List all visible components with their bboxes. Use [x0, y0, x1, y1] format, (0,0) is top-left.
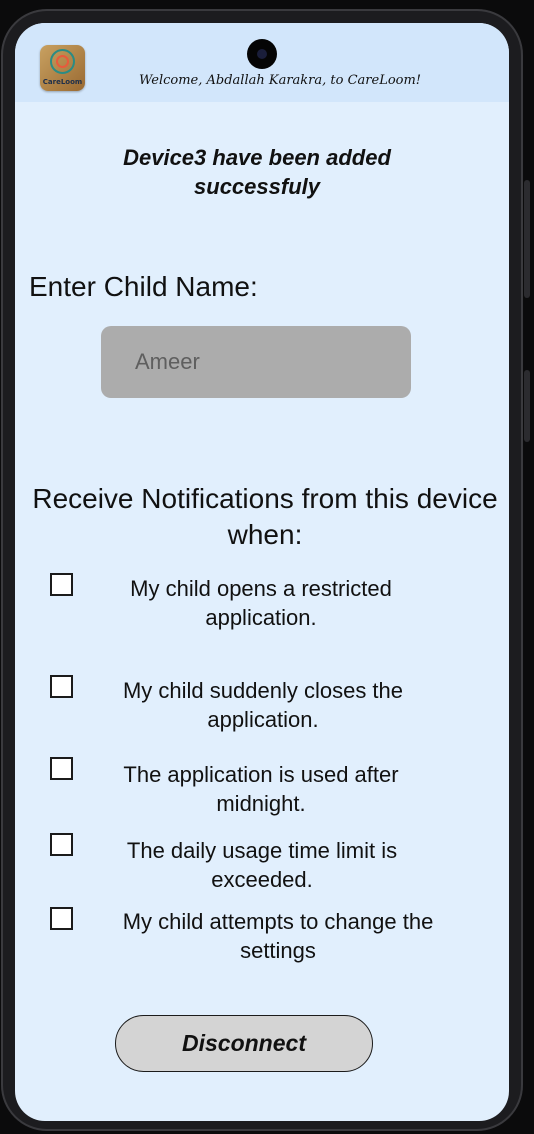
child-name-label: Enter Child Name: — [29, 271, 258, 302]
checkbox-icon[interactable] — [50, 675, 73, 698]
checkbox-icon[interactable] — [50, 833, 73, 856]
checkbox-icon[interactable] — [50, 757, 73, 780]
option-label: My child attempts to change the settings — [122, 909, 434, 963]
app-screen: CareLoom Welcome, Abdallah Karakra, to C… — [15, 23, 509, 1121]
volume-button — [524, 180, 530, 298]
option-label: My child opens a restricted application. — [130, 576, 392, 630]
checkbox-icon[interactable] — [50, 573, 73, 596]
option-label: The daily usage time limit is exceeded. — [126, 838, 398, 892]
disconnect-button[interactable]: Disconnect — [115, 1015, 373, 1072]
front-camera-icon — [247, 39, 277, 69]
welcome-message: Welcome, Abdallah Karakra, to CareLoom! — [138, 73, 422, 88]
option-label: My child suddenly closes the application… — [122, 678, 404, 732]
option-label: The application is used after midnight. — [123, 762, 399, 816]
notifications-title: Receive Notifications from this device w… — [32, 483, 498, 550]
power-button — [524, 370, 530, 442]
app-header: CareLoom Welcome, Abdallah Karakra, to C… — [15, 23, 509, 102]
careloom-logo-icon: CareLoom — [40, 45, 85, 91]
logo-emblem — [50, 49, 75, 74]
checkbox-icon[interactable] — [50, 907, 73, 930]
child-name-input[interactable] — [101, 326, 411, 398]
success-message: Device3 have been added successfuly — [123, 145, 391, 199]
phone-frame: CareLoom Welcome, Abdallah Karakra, to C… — [0, 0, 534, 1134]
logo-text: CareLoom — [42, 78, 83, 86]
